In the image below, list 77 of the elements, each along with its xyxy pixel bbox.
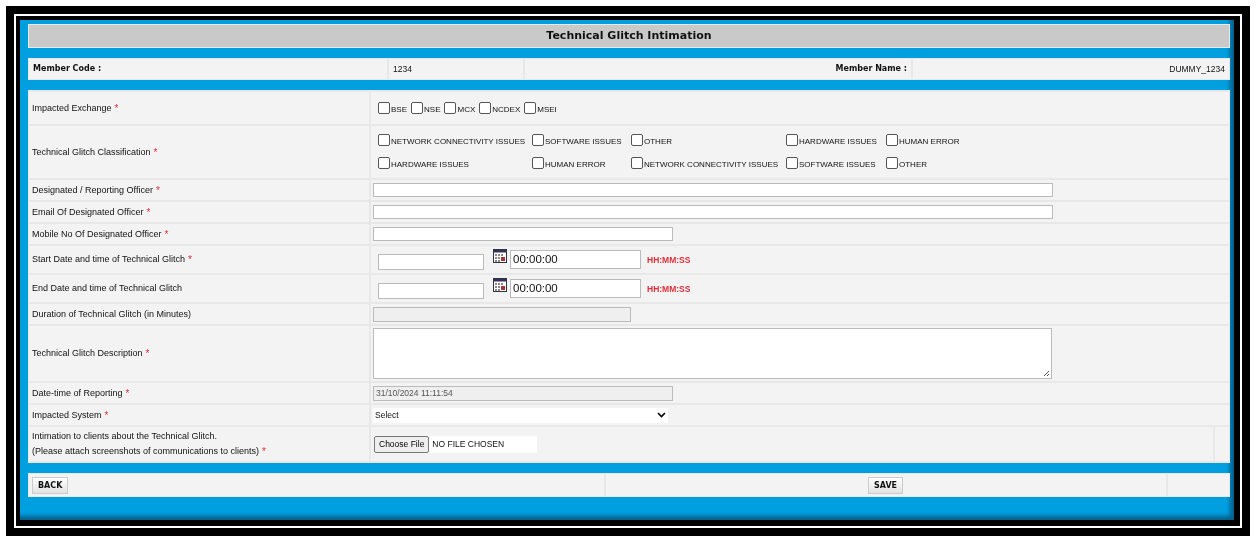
select-dropdown[interactable]: Select: [373, 407, 668, 423]
date-field[interactable]: [378, 253, 484, 270]
checkbox-label: OTHER: [899, 160, 927, 170]
field-label: Start Date and time of Technical Glitch: [32, 253, 185, 266]
form-title: Technical Glitch Intimation: [28, 24, 1230, 48]
table-cell: Member Name :: [525, 59, 911, 79]
checkbox-label: NCDEX: [492, 104, 521, 115]
field-label: Designated / Reporting Officer: [32, 183, 153, 197]
calendar-icon[interactable]: [493, 277, 507, 292]
checkbox[interactable]: [378, 157, 390, 169]
required-mark: *: [146, 205, 151, 220]
checkbox-label: NSE: [424, 104, 441, 115]
field-label: Duration of Technical Glitch (in Minutes): [32, 307, 191, 321]
text-field[interactable]: [373, 205, 1053, 219]
field-note: (Please attach screenshots of communications to clients): [32, 445, 260, 458]
table-cell: DUMMY_1234: [913, 59, 1229, 79]
checkbox-label: HUMAN ERROR: [899, 137, 960, 147]
required-mark: *: [262, 445, 266, 459]
required-mark: *: [114, 101, 119, 116]
checkbox[interactable]: [786, 157, 798, 169]
checkbox[interactable]: [631, 134, 643, 146]
required-mark: *: [145, 347, 150, 361]
required-mark: *: [187, 253, 192, 267]
choose-file-button[interactable]: Choose File: [374, 435, 430, 453]
back-button[interactable]: BACK: [32, 476, 69, 494]
checkbox-label: MCX: [457, 104, 476, 115]
field-label: Impacted Exchange: [32, 101, 112, 115]
required-mark: *: [153, 145, 158, 160]
field-label: Mobile No Of Designated Officer: [32, 227, 162, 241]
field-label: Date-time of Reporting: [32, 386, 123, 400]
checkbox-label: SOFTWARE ISSUES: [799, 160, 876, 170]
chevron-icon: [657, 412, 666, 418]
table-cell: Member Code :: [29, 59, 387, 79]
checkbox-label: SOFTWARE ISSUES: [545, 137, 622, 147]
calendar-icon[interactable]: [493, 248, 507, 263]
checkbox[interactable]: [532, 157, 544, 169]
text-field[interactable]: [373, 183, 1053, 197]
format-hint: HH:MM:SS: [647, 254, 691, 265]
checkbox[interactable]: [378, 134, 390, 146]
required-mark: *: [104, 408, 109, 423]
file-name: NO FILE CHOSEN: [431, 439, 505, 449]
checkbox-label: OTHER: [644, 137, 672, 147]
field-label: Technical Glitch Description: [32, 347, 143, 360]
checkbox-label: NETWORK CONNECTIVITY ISSUES: [644, 160, 779, 170]
checkbox-label: NETWORK CONNECTIVITY ISSUES: [391, 137, 526, 147]
save-button[interactable]: SAVE: [868, 476, 904, 494]
field-label: Intimation to clients about the Technical Glitch.: [32, 430, 217, 443]
checkbox[interactable]: [479, 101, 492, 114]
format-hint: HH:MM:SS: [647, 283, 691, 294]
resize-grip-icon[interactable]: [1043, 370, 1050, 377]
field-label: Email Of Designated Officer: [32, 205, 144, 219]
checkbox-label: HARDWARE ISSUES: [799, 137, 877, 147]
date-field[interactable]: [378, 282, 484, 299]
text-field[interactable]: [373, 227, 673, 241]
checkbox[interactable]: [786, 134, 798, 146]
field-label: Impacted System: [32, 408, 102, 422]
checkbox[interactable]: [378, 101, 390, 114]
checkbox[interactable]: [532, 134, 544, 146]
time-field[interactable]: 00:00:00: [510, 250, 641, 269]
required-mark: *: [155, 183, 160, 198]
checkbox[interactable]: [411, 101, 423, 114]
required-mark: *: [125, 386, 130, 401]
time-field[interactable]: 00:00:00: [510, 279, 641, 298]
checkbox[interactable]: [886, 157, 898, 169]
checkbox[interactable]: [631, 157, 643, 169]
required-mark: *: [164, 227, 169, 242]
checkbox[interactable]: [886, 134, 898, 146]
checkbox-label: BSE: [391, 104, 407, 115]
field-label: Technical Glitch Classification: [32, 145, 151, 159]
checkbox-label: MSEI: [537, 104, 557, 115]
table-cell: 1234: [389, 59, 523, 79]
checkbox-label: HARDWARE ISSUES: [391, 160, 469, 170]
checkbox[interactable]: [444, 101, 457, 114]
checkbox[interactable]: [524, 101, 537, 114]
field-label: End Date and time of Technical Glitch: [32, 282, 182, 295]
checkbox-label: HUMAN ERROR: [545, 160, 606, 170]
readonly-field: 31/10/2024 11:11:54: [373, 385, 673, 401]
